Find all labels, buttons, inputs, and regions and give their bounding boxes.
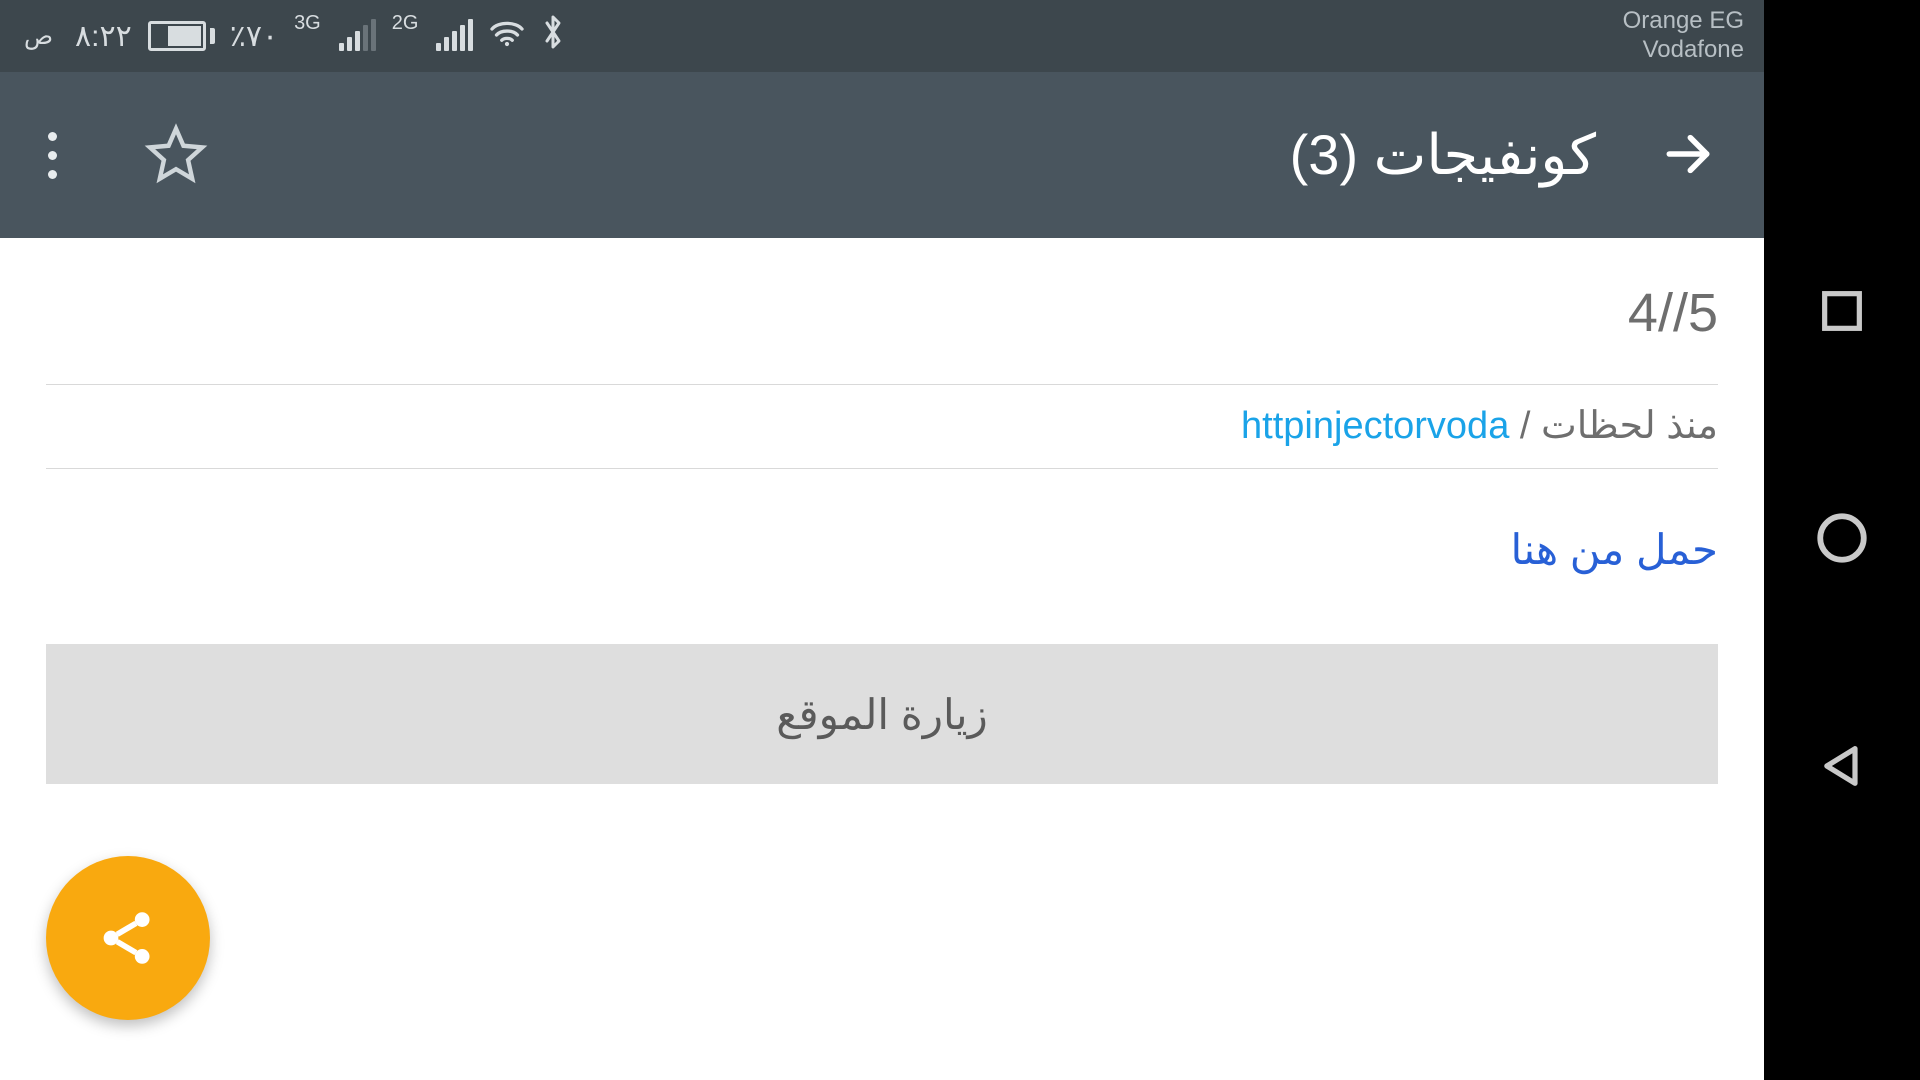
post-content: 5//4 منذ لحظات / httpinjectorvoda حمل من… — [0, 238, 1764, 784]
carrier-1: Orange EG — [1623, 7, 1744, 36]
back-button[interactable] — [1652, 118, 1724, 193]
download-link[interactable]: حمل من هنا — [1511, 526, 1718, 573]
signal-1-icon — [339, 21, 376, 51]
meta-separator: / — [1509, 405, 1541, 447]
post-body: حمل من هنا — [0, 469, 1764, 644]
post-time-ago: منذ لحظات — [1541, 405, 1718, 447]
square-outline-icon — [1816, 285, 1868, 337]
arrow-right-icon — [1660, 126, 1716, 182]
triangle-left-icon — [1816, 740, 1868, 792]
carrier-info: Orange EG Vodafone — [1623, 7, 1744, 65]
signal-2-icon — [436, 21, 473, 51]
network-2-label: 2G — [392, 12, 419, 35]
post-title: 5//4 — [0, 238, 1764, 384]
app-bar: كونفيجات (3) — [0, 72, 1764, 238]
time: ٨:٢٢ — [75, 19, 132, 54]
battery-icon — [148, 21, 214, 51]
battery-pct: ٪٧٠ — [230, 19, 278, 54]
wifi-icon — [489, 17, 525, 55]
share-icon — [94, 904, 162, 972]
share-fab[interactable] — [46, 856, 210, 1020]
more-vert-icon — [48, 132, 57, 179]
post-meta: منذ لحظات / httpinjectorvoda — [0, 385, 1764, 468]
system-nav-bar — [1764, 0, 1920, 1080]
network-1-label: 3G — [294, 12, 321, 35]
status-bar: ص ٨:٢٢ ٪٧٠ 3G 2G Orange EG Vodafo — [0, 0, 1764, 72]
circle-outline-icon — [1813, 509, 1871, 567]
visit-site-button[interactable]: زيارة الموقع — [46, 644, 1718, 784]
home-button[interactable] — [1793, 489, 1891, 590]
post-channel-link[interactable]: httpinjectorvoda — [1241, 405, 1509, 447]
overflow-menu-button[interactable] — [40, 124, 65, 187]
recent-apps-button[interactable] — [1796, 265, 1888, 360]
back-system-button[interactable] — [1796, 720, 1888, 815]
carrier-2: Vodafone — [1623, 36, 1744, 65]
favorite-button[interactable] — [135, 113, 217, 198]
time-ampm: ص — [24, 22, 53, 51]
star-outline-icon — [143, 121, 209, 187]
bluetooth-icon — [541, 14, 565, 58]
status-left: ص ٨:٢٢ ٪٧٠ 3G 2G — [24, 14, 565, 58]
page-title: كونفيجات (3) — [1290, 122, 1596, 188]
